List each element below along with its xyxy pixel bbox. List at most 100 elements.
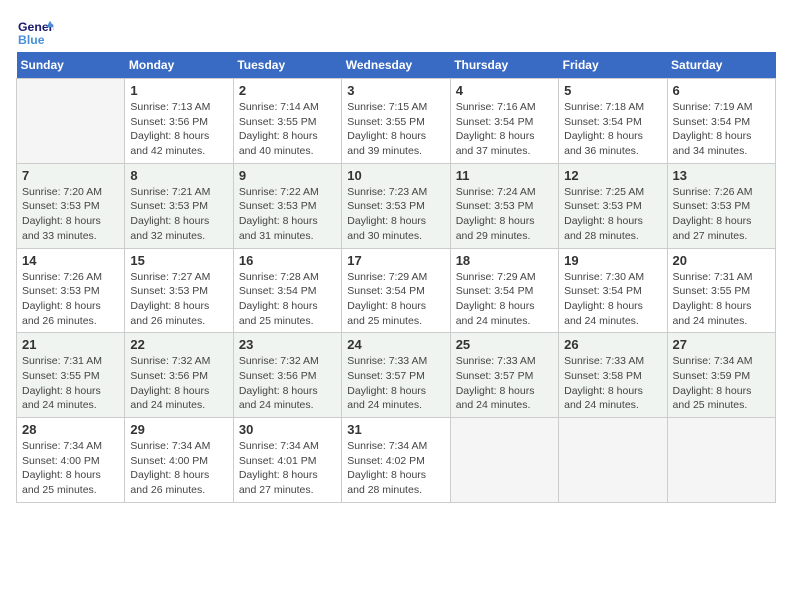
calendar-body: 1Sunrise: 7:13 AM Sunset: 3:56 PM Daylig…: [17, 79, 776, 503]
day-info: Sunrise: 7:34 AM Sunset: 4:00 PM Dayligh…: [22, 439, 119, 498]
day-number: 9: [239, 168, 336, 183]
calendar-cell: 6 Sunrise: 7:19 AM Sunset: 3:54 PM Daylig…: [667, 79, 775, 164]
day-info: Sunrise: 7:21 AM Sunset: 3:53 PM Dayligh…: [130, 185, 227, 244]
calendar-cell: 22 Sunrise: 7:32 AM Sunset: 3:56 PM Dayli…: [125, 333, 233, 418]
calendar-cell: 14Sunrise: 7:26 AM Sunset: 3:53 PM Dayli…: [17, 248, 125, 333]
day-info: Sunrise: 7:25 AM Sunset: 3:53 PM Dayligh…: [564, 185, 661, 244]
day-info: Sunrise: 7:18 AM Sunset: 3:54 PM Dayligh…: [564, 100, 661, 159]
day-number: 29: [130, 422, 227, 437]
day-info: Sunrise: 7:14 AM Sunset: 3:55 PM Dayligh…: [239, 100, 336, 159]
calendar-cell: [17, 79, 125, 164]
calendar-cell: 8 Sunrise: 7:21 AM Sunset: 3:53 PM Daylig…: [125, 163, 233, 248]
calendar-cell: [667, 418, 775, 503]
day-info: Sunrise: 7:29 AM Sunset: 3:54 PM Dayligh…: [347, 270, 444, 329]
day-info: Sunrise: 7:22 AM Sunset: 3:53 PM Dayligh…: [239, 185, 336, 244]
day-info: Sunrise: 7:20 AM Sunset: 3:53 PM Dayligh…: [22, 185, 119, 244]
calendar-cell: 27 Sunrise: 7:34 AM Sunset: 3:59 PM Dayli…: [667, 333, 775, 418]
day-number: 26: [564, 337, 661, 352]
day-number: 27: [673, 337, 770, 352]
calendar-cell: 20 Sunrise: 7:31 AM Sunset: 3:55 PM Dayli…: [667, 248, 775, 333]
day-info: Sunrise: 7:34 AM Sunset: 4:00 PM Dayligh…: [130, 439, 227, 498]
calendar-cell: 21 Sunrise: 7:31 AM Sunset: 3:55 PM Dayli…: [17, 333, 125, 418]
calendar-cell: 3 Sunrise: 7:15 AM Sunset: 3:55 PM Daylig…: [342, 79, 450, 164]
calendar-week-3: 14Sunrise: 7:26 AM Sunset: 3:53 PM Dayli…: [17, 248, 776, 333]
day-info: Sunrise: 7:32 AM Sunset: 3:56 PM Dayligh…: [239, 354, 336, 413]
calendar-cell: 18Sunrise: 7:29 AM Sunset: 3:54 PM Dayli…: [450, 248, 558, 333]
calendar-cell: 19Sunrise: 7:30 AM Sunset: 3:54 PM Dayli…: [559, 248, 667, 333]
calendar-week-4: 21 Sunrise: 7:31 AM Sunset: 3:55 PM Dayli…: [17, 333, 776, 418]
day-info: Sunrise: 7:31 AM Sunset: 3:55 PM Dayligh…: [673, 270, 770, 329]
dow-header-saturday: Saturday: [667, 52, 775, 79]
svg-text:Blue: Blue: [18, 33, 45, 47]
day-number: 3: [347, 83, 444, 98]
calendar-cell: 9 Sunrise: 7:22 AM Sunset: 3:53 PM Daylig…: [233, 163, 341, 248]
calendar-cell: 10 Sunrise: 7:23 AM Sunset: 3:53 PM Dayli…: [342, 163, 450, 248]
day-number: 16: [239, 253, 336, 268]
dow-header-friday: Friday: [559, 52, 667, 79]
day-info: Sunrise: 7:15 AM Sunset: 3:55 PM Dayligh…: [347, 100, 444, 159]
day-number: 28: [22, 422, 119, 437]
logo-icon: General Blue: [16, 16, 54, 48]
calendar-cell: 2 Sunrise: 7:14 AM Sunset: 3:55 PM Daylig…: [233, 79, 341, 164]
dow-header-tuesday: Tuesday: [233, 52, 341, 79]
day-number: 10: [347, 168, 444, 183]
calendar-cell: 23 Sunrise: 7:32 AM Sunset: 3:56 PM Dayli…: [233, 333, 341, 418]
calendar-week-1: 1Sunrise: 7:13 AM Sunset: 3:56 PM Daylig…: [17, 79, 776, 164]
day-number: 21: [22, 337, 119, 352]
logo: General Blue: [16, 16, 56, 48]
dow-header-thursday: Thursday: [450, 52, 558, 79]
day-number: 8: [130, 168, 227, 183]
calendar-cell: 12Sunrise: 7:25 AM Sunset: 3:53 PM Dayli…: [559, 163, 667, 248]
calendar-cell: 17 Sunrise: 7:29 AM Sunset: 3:54 PM Dayli…: [342, 248, 450, 333]
day-number: 14: [22, 253, 119, 268]
day-number: 15: [130, 253, 227, 268]
day-info: Sunrise: 7:16 AM Sunset: 3:54 PM Dayligh…: [456, 100, 553, 159]
day-number: 30: [239, 422, 336, 437]
calendar-cell: 13Sunrise: 7:26 AM Sunset: 3:53 PM Dayli…: [667, 163, 775, 248]
calendar-cell: 25Sunrise: 7:33 AM Sunset: 3:57 PM Dayli…: [450, 333, 558, 418]
day-number: 2: [239, 83, 336, 98]
calendar-cell: 26Sunrise: 7:33 AM Sunset: 3:58 PM Dayli…: [559, 333, 667, 418]
calendar-week-5: 28 Sunrise: 7:34 AM Sunset: 4:00 PM Dayli…: [17, 418, 776, 503]
day-number: 6: [673, 83, 770, 98]
day-info: Sunrise: 7:31 AM Sunset: 3:55 PM Dayligh…: [22, 354, 119, 413]
day-number: 31: [347, 422, 444, 437]
calendar-cell: 29 Sunrise: 7:34 AM Sunset: 4:00 PM Dayli…: [125, 418, 233, 503]
calendar-cell: 4 Sunrise: 7:16 AM Sunset: 3:54 PM Daylig…: [450, 79, 558, 164]
calendar-cell: 11 Sunrise: 7:24 AM Sunset: 3:53 PM Dayli…: [450, 163, 558, 248]
calendar-cell: 1Sunrise: 7:13 AM Sunset: 3:56 PM Daylig…: [125, 79, 233, 164]
day-info: Sunrise: 7:30 AM Sunset: 3:54 PM Dayligh…: [564, 270, 661, 329]
day-info: Sunrise: 7:34 AM Sunset: 4:01 PM Dayligh…: [239, 439, 336, 498]
day-info: Sunrise: 7:32 AM Sunset: 3:56 PM Dayligh…: [130, 354, 227, 413]
days-of-week-row: SundayMondayTuesdayWednesdayThursdayFrid…: [17, 52, 776, 79]
day-number: 23: [239, 337, 336, 352]
day-info: Sunrise: 7:23 AM Sunset: 3:53 PM Dayligh…: [347, 185, 444, 244]
calendar-cell: 28 Sunrise: 7:34 AM Sunset: 4:00 PM Dayli…: [17, 418, 125, 503]
calendar-cell: 5 Sunrise: 7:18 AM Sunset: 3:54 PM Daylig…: [559, 79, 667, 164]
calendar-cell: [450, 418, 558, 503]
day-number: 5: [564, 83, 661, 98]
calendar-cell: 30 Sunrise: 7:34 AM Sunset: 4:01 PM Dayli…: [233, 418, 341, 503]
day-info: Sunrise: 7:28 AM Sunset: 3:54 PM Dayligh…: [239, 270, 336, 329]
day-number: 13: [673, 168, 770, 183]
day-number: 17: [347, 253, 444, 268]
day-number: 20: [673, 253, 770, 268]
page-header: General Blue: [16, 16, 776, 48]
dow-header-sunday: Sunday: [17, 52, 125, 79]
day-info: Sunrise: 7:27 AM Sunset: 3:53 PM Dayligh…: [130, 270, 227, 329]
calendar-table: SundayMondayTuesdayWednesdayThursdayFrid…: [16, 52, 776, 503]
day-number: 4: [456, 83, 553, 98]
day-number: 18: [456, 253, 553, 268]
calendar-cell: 24 Sunrise: 7:33 AM Sunset: 3:57 PM Dayli…: [342, 333, 450, 418]
day-info: Sunrise: 7:34 AM Sunset: 3:59 PM Dayligh…: [673, 354, 770, 413]
day-info: Sunrise: 7:24 AM Sunset: 3:53 PM Dayligh…: [456, 185, 553, 244]
day-number: 24: [347, 337, 444, 352]
calendar-cell: 16 Sunrise: 7:28 AM Sunset: 3:54 PM Dayli…: [233, 248, 341, 333]
day-number: 11: [456, 168, 553, 183]
calendar-week-2: 7Sunrise: 7:20 AM Sunset: 3:53 PM Daylig…: [17, 163, 776, 248]
day-info: Sunrise: 7:33 AM Sunset: 3:57 PM Dayligh…: [347, 354, 444, 413]
day-number: 22: [130, 337, 227, 352]
dow-header-monday: Monday: [125, 52, 233, 79]
day-info: Sunrise: 7:19 AM Sunset: 3:54 PM Dayligh…: [673, 100, 770, 159]
calendar-cell: 31Sunrise: 7:34 AM Sunset: 4:02 PM Dayli…: [342, 418, 450, 503]
